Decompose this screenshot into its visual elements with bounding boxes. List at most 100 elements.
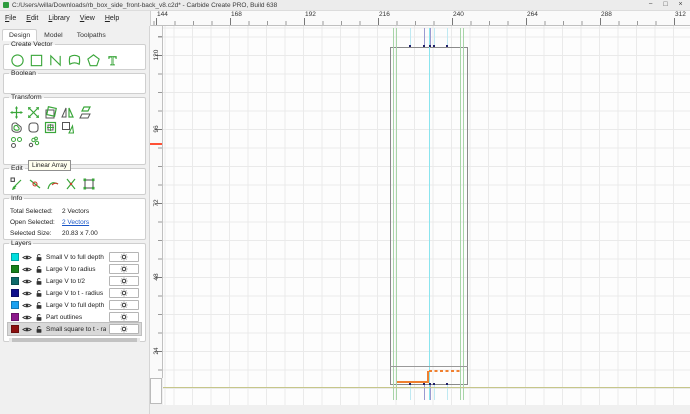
vector-node[interactable]	[409, 383, 411, 385]
vector-node[interactable]	[429, 45, 431, 47]
layer-visibility-eye-icon[interactable]	[22, 290, 32, 297]
vector-node[interactable]	[429, 383, 431, 385]
layer-color-swatch[interactable]	[11, 301, 19, 309]
polygon-tool-icon[interactable]	[86, 53, 101, 68]
mirror-tool-icon[interactable]	[61, 106, 74, 119]
nested-duplicate-tool-icon[interactable]	[44, 121, 57, 134]
layer-settings-button[interactable]	[109, 312, 139, 322]
transform-section: Transform	[3, 94, 146, 165]
vector-node[interactable]	[433, 45, 435, 47]
layer-visibility-eye-icon[interactable]	[22, 314, 32, 321]
vector-line-green[interactable]	[463, 28, 464, 400]
tab-design[interactable]: Design	[2, 29, 38, 41]
rotate-tool-icon[interactable]	[44, 106, 57, 119]
polyline-tool-icon[interactable]	[48, 53, 63, 68]
layer-unlock-icon[interactable]	[35, 277, 43, 286]
layer-settings-button[interactable]	[109, 264, 139, 274]
close-button[interactable]: ×	[673, 0, 688, 10]
shear-tool-icon[interactable]	[78, 106, 91, 119]
vector-node[interactable]	[446, 45, 448, 47]
layer-unlock-icon[interactable]	[35, 265, 43, 274]
layer-row[interactable]: Small V to full depth	[8, 251, 141, 263]
vector-line-green[interactable]	[393, 28, 394, 400]
offset-tool-icon[interactable]	[10, 121, 23, 134]
close-vector-tool-icon[interactable]	[46, 177, 60, 191]
circle-tool-icon[interactable]	[10, 53, 25, 68]
layer-name[interactable]: Large V to t - radius	[46, 290, 106, 297]
vector-line-green[interactable]	[396, 28, 397, 400]
tab-toolpaths[interactable]: Toolpaths	[70, 29, 113, 41]
menu-view[interactable]: View	[75, 14, 100, 23]
node-edit-tool-icon[interactable]	[10, 177, 24, 191]
text-tool-icon[interactable]: T	[105, 53, 120, 68]
layer-visibility-eye-icon[interactable]	[22, 326, 32, 333]
layer-unlock-icon[interactable]	[35, 289, 43, 298]
vector-line-cyan[interactable]	[429, 28, 430, 400]
layer-color-swatch[interactable]	[11, 265, 19, 273]
maximize-button[interactable]: □	[658, 0, 673, 10]
layer-color-swatch[interactable]	[11, 289, 19, 297]
size-tool-icon[interactable]	[27, 106, 40, 119]
layer-settings-button[interactable]	[109, 324, 139, 334]
layer-visibility-eye-icon[interactable]	[22, 254, 32, 261]
vector-node[interactable]	[423, 45, 425, 47]
menu-help[interactable]: Help	[100, 14, 124, 23]
selected-vector-dashed[interactable]	[429, 370, 461, 372]
rectangle-tool-icon[interactable]	[29, 53, 44, 68]
ruler-label: 240	[453, 11, 464, 18]
circular-array-tool-icon[interactable]	[27, 136, 40, 149]
selected-vector-solid[interactable]	[397, 381, 428, 383]
layer-color-swatch[interactable]	[11, 253, 19, 261]
layer-unlock-icon[interactable]	[35, 325, 43, 334]
layer-row[interactable]: Large V to radius	[8, 263, 141, 275]
layer-row[interactable]: Large V to full depth	[8, 299, 141, 311]
layer-name[interactable]: Part outlines	[46, 314, 106, 321]
vector-line-gray[interactable]	[390, 366, 468, 367]
vector-node[interactable]	[423, 383, 425, 385]
layer-row-selected[interactable]: Small square to t - radius	[7, 322, 142, 336]
linear-array-tool-icon[interactable]	[10, 136, 23, 149]
layer-name[interactable]: Large V to radius	[46, 266, 106, 273]
vector-line-green[interactable]	[460, 28, 461, 400]
open-vectors-link[interactable]: 2 Vectors	[62, 217, 89, 228]
layer-unlock-icon[interactable]	[35, 301, 43, 310]
layer-unlock-icon[interactable]	[35, 253, 43, 262]
layer-visibility-eye-icon[interactable]	[22, 302, 32, 309]
layer-name[interactable]: Large V to t/2	[46, 278, 106, 285]
trim-vectors-tool-icon[interactable]	[64, 177, 78, 191]
move-tool-icon[interactable]	[10, 106, 23, 119]
menu-library[interactable]: Library	[43, 14, 74, 23]
layers-scrollbar[interactable]	[9, 338, 140, 342]
layers-scrollbar-thumb[interactable]	[11, 338, 138, 342]
layer-name[interactable]: Small V to full depth	[46, 254, 106, 261]
vector-node[interactable]	[409, 45, 411, 47]
layer-visibility-eye-icon[interactable]	[22, 266, 32, 273]
vector-node[interactable]	[433, 383, 435, 385]
fillet-tool-icon[interactable]	[27, 121, 40, 134]
layer-name[interactable]: Large V to full depth	[46, 302, 106, 309]
cut-vector-tool-icon[interactable]	[28, 177, 42, 191]
boundary-tool-icon[interactable]	[82, 177, 96, 191]
layer-unlock-icon[interactable]	[35, 313, 43, 322]
layer-settings-button[interactable]	[109, 252, 139, 262]
shape-merge-tool-icon[interactable]	[61, 121, 74, 134]
vector-node[interactable]	[446, 383, 448, 385]
tab-model[interactable]: Model	[37, 29, 70, 41]
selected-vector-riser[interactable]	[427, 371, 429, 383]
minimize-button[interactable]: −	[643, 0, 658, 10]
layer-name[interactable]: Small square to t - radius	[46, 326, 106, 333]
layer-visibility-eye-icon[interactable]	[22, 278, 32, 285]
layer-settings-button[interactable]	[109, 288, 139, 298]
design-canvas[interactable]	[163, 26, 690, 405]
layer-settings-button[interactable]	[109, 300, 139, 310]
layer-color-swatch[interactable]	[11, 313, 19, 321]
curve-tool-icon[interactable]	[67, 53, 82, 68]
menu-edit[interactable]: Edit	[21, 14, 43, 23]
layer-row[interactable]: Part outlines	[8, 311, 141, 323]
layer-color-swatch[interactable]	[11, 325, 19, 333]
layer-row[interactable]: Large V to t/2	[8, 275, 141, 287]
layer-row[interactable]: Large V to t - radius	[8, 287, 141, 299]
layer-settings-button[interactable]	[109, 276, 139, 286]
menu-file[interactable]: File	[0, 14, 21, 23]
layer-color-swatch[interactable]	[11, 277, 19, 285]
